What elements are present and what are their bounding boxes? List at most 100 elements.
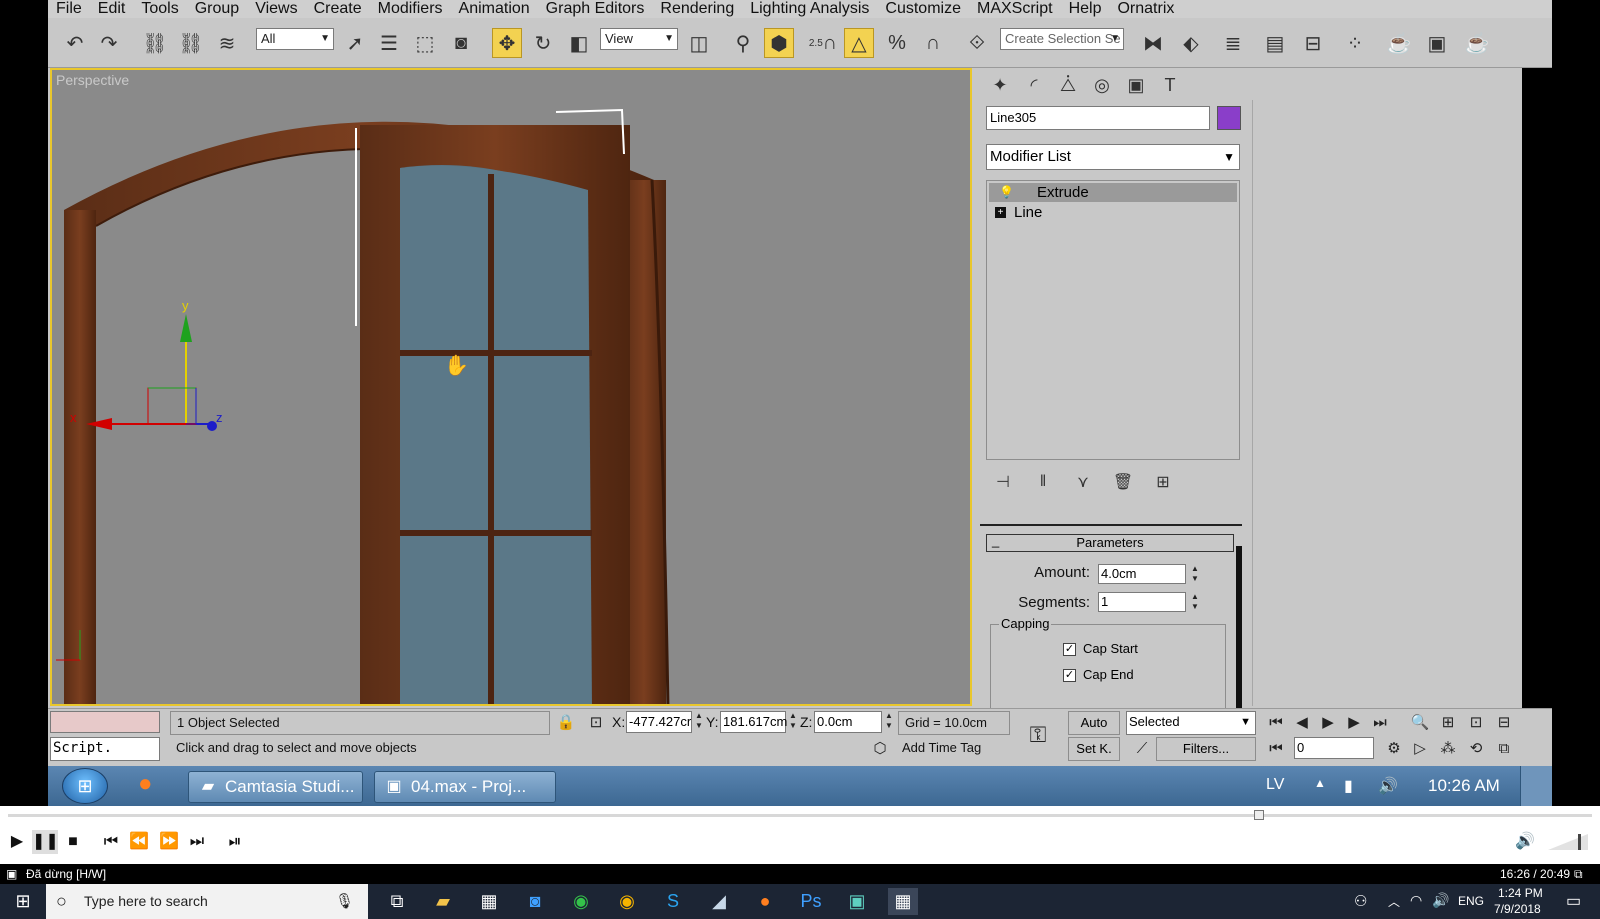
display-tab-icon[interactable]: ▣ bbox=[1122, 72, 1150, 98]
next-frame-icon[interactable]: ▶ bbox=[1342, 711, 1366, 735]
menu-help[interactable]: Help bbox=[1061, 0, 1110, 18]
play-icon[interactable]: ▷ bbox=[1408, 737, 1432, 761]
start-orb-icon[interactable]: ⊞ bbox=[62, 768, 108, 804]
stop-icon[interactable]: ■ bbox=[60, 830, 86, 854]
chrome-icon[interactable]: ◉ bbox=[612, 888, 642, 915]
time-tag-icon[interactable]: ⬡ bbox=[868, 737, 892, 761]
undo-icon[interactable]: ↶ bbox=[60, 28, 90, 58]
lock-icon[interactable]: 🔒 bbox=[554, 711, 578, 735]
current-frame-field[interactable]: 0 bbox=[1294, 737, 1374, 759]
windows-start-icon[interactable]: ⊞ bbox=[8, 888, 38, 915]
zoom-icon[interactable]: 🔍 bbox=[1408, 711, 1432, 735]
hierarchy-tab-icon[interactable]: ⧊ bbox=[1054, 72, 1082, 98]
zoom-extents-icon[interactable]: ⊡ bbox=[1464, 711, 1488, 735]
zoom-all-icon[interactable]: ⊞ bbox=[1436, 711, 1460, 735]
z-coordinate-field[interactable]: 0.0cm bbox=[814, 711, 882, 733]
modify-tab-icon[interactable]: ◜ bbox=[1020, 72, 1048, 98]
curve-editor-icon[interactable]: ⊟ bbox=[1298, 28, 1328, 58]
select-and-link-icon[interactable]: ⛓ bbox=[140, 28, 170, 58]
menu-rendering[interactable]: Rendering bbox=[652, 0, 742, 18]
speaker-icon[interactable]: 🔊 bbox=[1512, 830, 1538, 854]
unlink-icon[interactable]: ⛓ bbox=[176, 28, 206, 58]
time-config-icon[interactable]: ⚙ bbox=[1382, 737, 1406, 761]
camtasia-icon[interactable]: ▦ bbox=[888, 888, 918, 915]
percent-snap-icon[interactable]: % bbox=[882, 28, 912, 58]
reference-coordinate-dropdown[interactable]: View ▼ bbox=[600, 28, 678, 50]
menu-customize[interactable]: Customize bbox=[877, 0, 969, 18]
menu-animation[interactable]: Animation bbox=[451, 0, 538, 18]
menu-views[interactable]: Views bbox=[247, 0, 305, 18]
select-and-move-icon[interactable]: ✥ bbox=[492, 28, 522, 58]
z-spinner-icon[interactable]: ▲ ▼ bbox=[884, 711, 894, 731]
pause-icon[interactable]: ❚❚ bbox=[32, 830, 59, 854]
go-to-start-icon[interactable]: ⏮ bbox=[1264, 711, 1288, 735]
layer-manager-icon[interactable]: ≣ bbox=[1218, 28, 1248, 58]
zalo-icon[interactable]: ◙ bbox=[520, 888, 550, 915]
photoshop-icon[interactable]: Ps bbox=[796, 888, 826, 915]
browser-icon[interactable]: ◉ bbox=[566, 888, 596, 915]
select-and-scale-icon[interactable]: ◧ bbox=[564, 28, 594, 58]
menu-modifiers[interactable]: Modifiers bbox=[370, 0, 451, 18]
zoom-extents-all-icon[interactable]: ⊟ bbox=[1492, 711, 1516, 735]
network-icon[interactable]: ▮ bbox=[1344, 776, 1353, 796]
create-tab-icon[interactable]: ✦ bbox=[986, 72, 1014, 98]
y-spinner-icon[interactable]: ▲ ▼ bbox=[788, 711, 798, 731]
snap-toggle-icon[interactable]: 2.5 ∩ bbox=[808, 28, 838, 58]
language-indicator[interactable]: LV bbox=[1266, 776, 1284, 794]
seek-bar[interactable] bbox=[8, 814, 1592, 817]
menu-tools[interactable]: Tools bbox=[133, 0, 186, 18]
stack-item-extrude[interactable]: 💡 Extrude bbox=[989, 183, 1237, 202]
named-selection-dropdown[interactable]: Create Selection Se ▼ bbox=[1000, 28, 1124, 50]
manipulate-icon[interactable]: ⚲ bbox=[728, 28, 758, 58]
make-unique-icon[interactable]: ⋎ bbox=[1070, 470, 1096, 494]
max-icon[interactable]: ▣ bbox=[842, 888, 872, 915]
firefox-icon[interactable]: ● bbox=[138, 770, 153, 798]
skip-forward-icon[interactable]: ⏭ bbox=[184, 830, 210, 854]
taskbar-search[interactable]: ○ Type here to search 🎙 bbox=[46, 884, 368, 919]
selection-filter-dropdown[interactable]: All ▼ bbox=[256, 28, 334, 50]
select-by-name-icon[interactable]: ☰ bbox=[374, 28, 404, 58]
select-object-icon[interactable]: ➚ bbox=[340, 28, 370, 58]
menu-lighting-analysis[interactable]: Lighting Analysis bbox=[742, 0, 877, 18]
render-production-icon[interactable]: ☕ bbox=[1462, 28, 1492, 58]
tray-expand-icon[interactable]: ▲ bbox=[1314, 776, 1326, 790]
taskbar-app-camtasia[interactable]: ▰ Camtasia Studi... bbox=[188, 771, 363, 803]
cap-start-checkbox[interactable]: ✓ bbox=[1063, 643, 1076, 656]
angle-snap-icon[interactable]: △ bbox=[844, 28, 874, 58]
menu-file[interactable]: File bbox=[48, 0, 90, 18]
amount-spinner-icon[interactable]: ▲ ▼ bbox=[1190, 564, 1200, 584]
frame-step-icon[interactable]: ⏯ bbox=[222, 830, 248, 854]
absolute-mode-icon[interactable]: ⊡ bbox=[584, 711, 608, 735]
key-mode-icon[interactable]: ⏮ bbox=[1264, 737, 1288, 761]
seek-handle[interactable] bbox=[1254, 810, 1264, 820]
utilities-tab-icon[interactable]: T bbox=[1156, 72, 1184, 98]
expand-icon[interactable]: + bbox=[995, 207, 1006, 218]
bind-space-warp-icon[interactable]: ≋ bbox=[212, 28, 242, 58]
menu-edit[interactable]: Edit bbox=[90, 0, 134, 18]
show-desktop-button[interactable] bbox=[1520, 766, 1552, 806]
previous-frame-icon[interactable]: ◀ bbox=[1290, 711, 1314, 735]
edit-named-selection-icon[interactable]: ⟐ bbox=[962, 28, 992, 58]
app-icon[interactable]: ◢ bbox=[704, 888, 734, 915]
x-spinner-icon[interactable]: ▲ ▼ bbox=[694, 711, 704, 731]
modifier-list-dropdown[interactable]: Modifier List ▼ bbox=[986, 144, 1240, 170]
key-icon[interactable]: ⚿ bbox=[1026, 723, 1050, 747]
mirror-icon[interactable]: ⧓ bbox=[1138, 28, 1168, 58]
volume-icon[interactable]: 🔊 bbox=[1378, 776, 1398, 796]
rewind-icon[interactable]: ⏪ bbox=[126, 830, 152, 854]
menu-maxscript[interactable]: MAXScript bbox=[969, 0, 1061, 18]
menu-group[interactable]: Group bbox=[187, 0, 247, 18]
show-end-result-icon[interactable]: ‖ bbox=[1030, 470, 1056, 494]
add-time-tag[interactable]: Add Time Tag bbox=[896, 737, 1010, 761]
key-filters-button[interactable]: Filters... bbox=[1156, 737, 1256, 761]
fast-forward-icon[interactable]: ⏩ bbox=[156, 830, 182, 854]
menu-create[interactable]: Create bbox=[306, 0, 370, 18]
window-crossing-icon[interactable]: ◙ bbox=[446, 28, 476, 58]
perspective-viewport[interactable]: Perspective y x z ✋ bbox=[50, 68, 972, 706]
task-view-icon[interactable]: ⧉ bbox=[382, 888, 412, 915]
maximize-viewport-icon[interactable]: ⧉ bbox=[1492, 737, 1516, 761]
people-icon[interactable]: ⚇ bbox=[1354, 892, 1367, 910]
configure-modifier-sets-icon[interactable]: ⊞ bbox=[1150, 470, 1176, 494]
skip-back-icon[interactable]: ⏮ bbox=[98, 830, 124, 854]
file-explorer-icon[interactable]: ▰ bbox=[428, 888, 458, 915]
